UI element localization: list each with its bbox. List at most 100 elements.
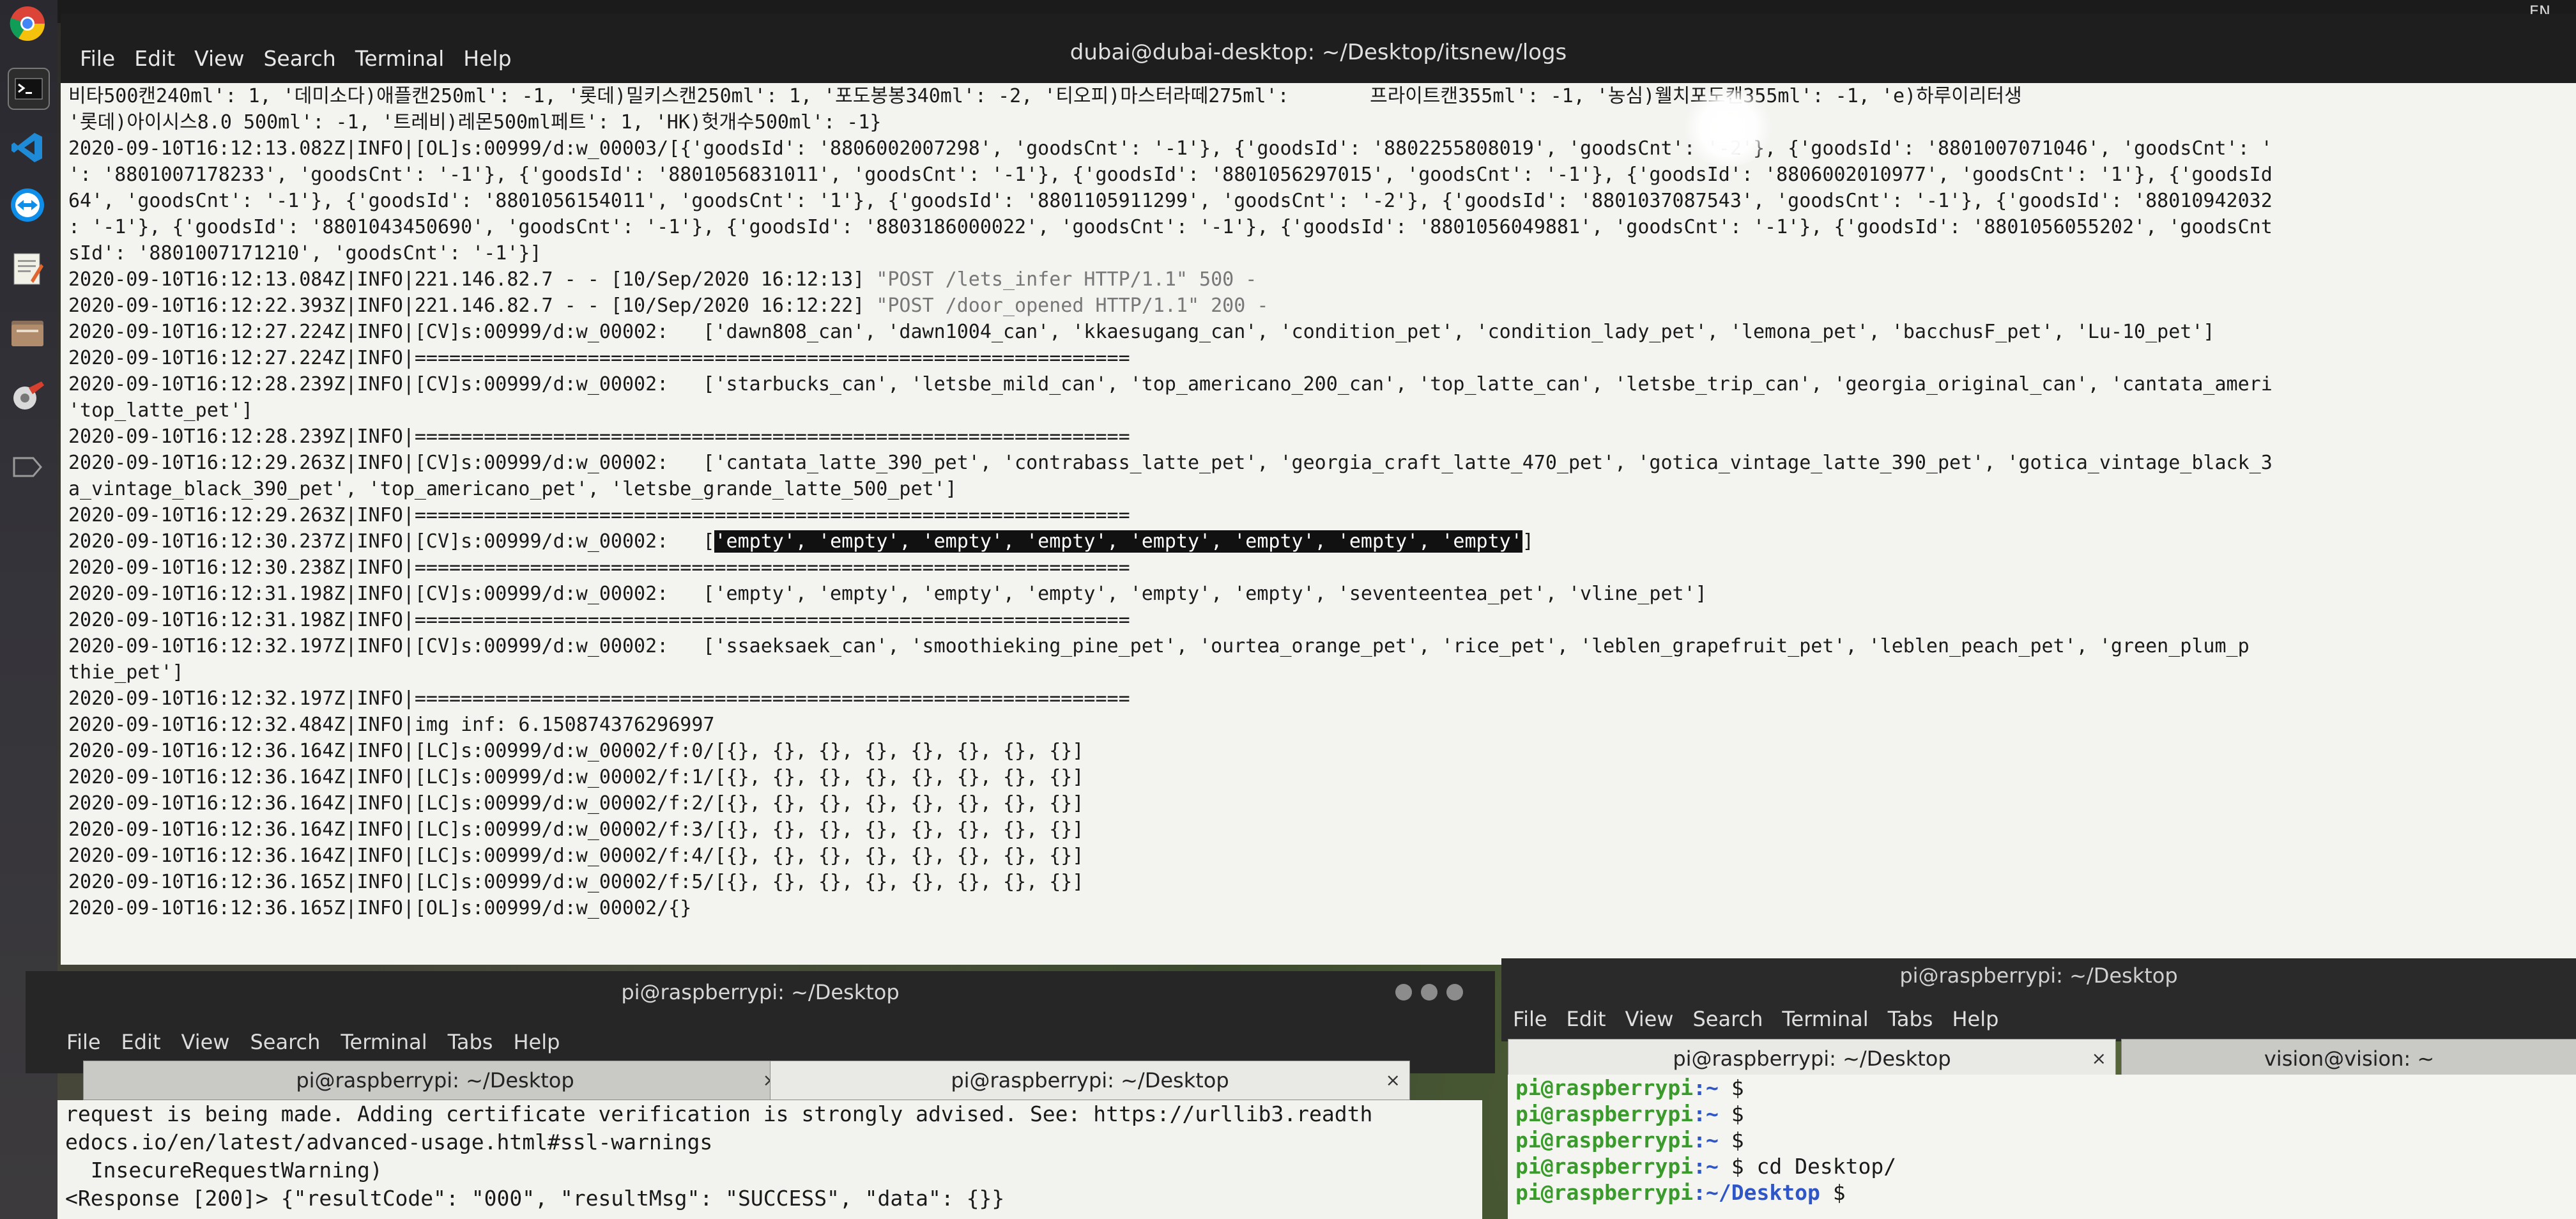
prompt-symbol: $ xyxy=(1718,1128,1757,1153)
log-line: 2020-09-10T16:12:36.164Z|INFO|[LC]s:0099… xyxy=(68,845,1084,867)
tab-close-icon[interactable]: × xyxy=(1386,1061,1400,1100)
terminal-output[interactable]: request is being made. Adding certificat… xyxy=(57,1100,1482,1219)
log-line: 2020-09-10T16:12:32.197Z|INFO|==========… xyxy=(68,687,1130,710)
menu-tabs[interactable]: Tabs xyxy=(1888,1007,1933,1031)
menu-terminal[interactable]: Terminal xyxy=(355,46,444,71)
tab-close-icon[interactable]: × xyxy=(2092,1039,2106,1078)
log-prefix: 2020-09-10T16:12:30.237Z|INFO|[CV]s:0099… xyxy=(68,530,715,553)
output-line: <Response [200]> {"resultCode": "000", "… xyxy=(65,1186,1005,1211)
log-line: 64', 'goodsCnt': '-1'}, {'goodsId': '880… xyxy=(68,190,2273,212)
prompt-symbol: $ xyxy=(1718,1101,1757,1126)
menu-search[interactable]: Search xyxy=(263,46,335,71)
log-line: 2020-09-10T16:12:36.165Z|INFO|[LC]s:0099… xyxy=(68,871,1084,893)
tab-pi-desktop-2[interactable]: pi@raspberrypi: ~/Desktop × xyxy=(770,1061,1410,1100)
prompt-sep: : xyxy=(1693,1075,1706,1100)
left-terminal-window: pi@raspberrypi: ~/Desktop File Edit View… xyxy=(26,971,1495,1219)
chrome-icon[interactable] xyxy=(8,4,47,43)
settings-icon[interactable] xyxy=(8,377,47,417)
request-text: "POST /door_opened HTTP/1.1" 200 - xyxy=(876,295,1269,317)
prompt-line: pi@raspberrypi:~ $ xyxy=(1508,1127,2576,1153)
log-line: a_vintage_black_390_pet', 'top_americano… xyxy=(68,478,957,500)
prompt-sep: : xyxy=(1693,1180,1706,1205)
title-bar: dubai@dubai-desktop: ~/Desktop/itsnew/lo… xyxy=(61,14,2576,83)
prompt-path: ~ xyxy=(1706,1075,1719,1100)
tab-label: pi@raspberrypi: ~/Desktop xyxy=(296,1068,574,1092)
maximize-icon[interactable] xyxy=(1421,984,1438,1000)
menu-terminal[interactable]: Terminal xyxy=(341,1030,427,1054)
tab-pi-desktop[interactable]: pi@raspberrypi: ~/Desktop × xyxy=(1508,1039,2116,1078)
log-line: 2020-09-10T16:12:36.164Z|INFO|[LC]s:0099… xyxy=(68,818,1084,841)
log-line: 2020-09-10T16:12:32.197Z|INFO|[CV]s:0099… xyxy=(68,635,2250,657)
prompt-path: ~ xyxy=(1706,1154,1719,1179)
prompt-line: pi@raspberrypi:~ $ xyxy=(1508,1075,2576,1101)
menu-search[interactable]: Search xyxy=(250,1030,320,1054)
menu-file[interactable]: File xyxy=(80,46,115,71)
close-icon[interactable] xyxy=(1446,984,1463,1000)
menu-help[interactable]: Help xyxy=(463,46,511,71)
window-title: pi@raspberrypi: ~/Desktop xyxy=(621,980,900,1004)
window-title: pi@raspberrypi: ~/Desktop xyxy=(1899,963,2178,988)
log-line: '롯데)아이시스8.0 500ml': -1, '트레비)레몬500ml페트':… xyxy=(68,111,882,134)
menu-tabs[interactable]: Tabs xyxy=(448,1030,493,1054)
menu-edit[interactable]: Edit xyxy=(121,1030,161,1054)
minimize-icon[interactable] xyxy=(1395,984,1412,1000)
log-line: 2020-09-10T16:12:28.239Z|INFO|==========… xyxy=(68,425,1130,448)
terminal-output[interactable]: pi@raspberrypi:~ $ pi@raspberrypi:~ $ pi… xyxy=(1508,1075,2576,1219)
teamviewer-icon[interactable] xyxy=(8,185,47,225)
tab-pi-desktop-1[interactable]: pi@raspberrypi: ~/Desktop × xyxy=(83,1061,787,1100)
command-text: cd Desktop/ xyxy=(1756,1154,1897,1179)
menu-edit[interactable]: Edit xyxy=(1567,1007,1606,1031)
log-line: 2020-09-10T16:12:28.239Z|INFO|[CV]s:0099… xyxy=(68,373,2273,395)
prompt-sep: : xyxy=(1693,1101,1706,1126)
log-line: 'top_latte_pet'] xyxy=(68,399,253,422)
file-manager-icon[interactable] xyxy=(8,313,47,353)
output-line: request is being made. Adding certificat… xyxy=(65,1101,1373,1126)
log-line: thie_pet'] xyxy=(68,661,184,684)
menu-view[interactable]: View xyxy=(1625,1007,1674,1031)
menu-terminal[interactable]: Terminal xyxy=(1782,1007,1868,1031)
prompt-path: ~/Desktop xyxy=(1706,1180,1820,1205)
log-line: 2020-09-10T16:12:31.198Z|INFO|==========… xyxy=(68,609,1130,631)
log-prefix: 2020-09-10T16:12:22.393Z|INFO|221.146.82… xyxy=(68,295,877,317)
menu-help[interactable]: Help xyxy=(1952,1007,1998,1031)
tab-bar: pi@raspberrypi: ~/Desktop × pi@raspberry… xyxy=(57,1061,1482,1100)
log-line: 2020-09-10T16:12:29.263Z|INFO|[CV]s:0099… xyxy=(68,452,2273,474)
prompt-line: pi@raspberrypi:~ $ xyxy=(1508,1101,2576,1127)
log-line: ': '8801007178233', 'goodsCnt': '-1'}, {… xyxy=(68,164,2273,186)
log-line: 비타500캔240ml': 1, '데미소다)애플캔250ml': -1, '롯… xyxy=(68,85,2022,107)
menu-help[interactable]: Help xyxy=(513,1030,560,1054)
prompt-user: pi@raspberrypi xyxy=(1515,1075,1694,1100)
prompt-line: pi@raspberrypi:~/Desktop $ xyxy=(1508,1179,2576,1206)
vscode-icon[interactable] xyxy=(8,128,47,167)
log-line: 2020-09-10T16:12:30.237Z|INFO|[CV]s:0099… xyxy=(61,528,2576,555)
log-prefix: 2020-09-10T16:12:13.084Z|INFO|221.146.82… xyxy=(68,268,877,291)
output-line: InsecureRequestWarning) xyxy=(65,1158,383,1183)
text-editor-icon[interactable] xyxy=(8,249,47,289)
menu-bar: File Edit View Search Terminal Tabs Help xyxy=(66,1030,560,1054)
log-line: 2020-09-10T16:12:36.164Z|INFO|[LC]s:0099… xyxy=(68,740,1084,762)
menu-view[interactable]: View xyxy=(181,1030,230,1054)
selected-text[interactable]: 'empty', 'empty', 'empty', 'empty', 'emp… xyxy=(714,530,1522,553)
tab-label: pi@raspberrypi: ~/Desktop xyxy=(951,1068,1229,1092)
log-line: 2020-09-10T16:12:29.263Z|INFO|==========… xyxy=(68,504,1130,526)
log-line: 2020-09-10T16:12:36.165Z|INFO|[OL]s:0099… xyxy=(68,897,692,919)
tab-vision[interactable]: vision@vision: ~ xyxy=(2121,1039,2576,1078)
log-line: 2020-09-10T16:12:22.393Z|INFO|221.146.82… xyxy=(61,293,2576,319)
prompt-symbol: $ xyxy=(1718,1075,1757,1100)
title-bar: pi@raspberrypi: ~/Desktop File Edit View… xyxy=(1501,958,2576,1041)
menu-file[interactable]: File xyxy=(66,1030,101,1054)
menu-bar: File Edit View Search Terminal Tabs Help xyxy=(1513,1007,1998,1031)
log-line: : '-1'}, {'goodsId': '8801043450690', 'g… xyxy=(68,216,2273,238)
terminal-output[interactable]: 비타500캔240ml': 1, '데미소다)애플캔250ml': -1, '롯… xyxy=(61,83,2576,965)
menu-edit[interactable]: Edit xyxy=(134,46,175,71)
prompt-user: pi@raspberrypi xyxy=(1515,1180,1694,1205)
prompt-sep: : xyxy=(1693,1154,1706,1179)
menu-file[interactable]: File xyxy=(1513,1007,1547,1031)
label-icon[interactable] xyxy=(8,447,47,487)
menu-search[interactable]: Search xyxy=(1692,1007,1763,1031)
right-terminal-window: pi@raspberrypi: ~/Desktop File Edit View… xyxy=(1501,958,2576,1219)
terminal-icon[interactable] xyxy=(8,68,50,110)
prompt-user: pi@raspberrypi xyxy=(1515,1101,1694,1126)
menu-view[interactable]: View xyxy=(194,46,244,71)
log-line: 2020-09-10T16:12:13.084Z|INFO|221.146.82… xyxy=(61,266,2576,293)
